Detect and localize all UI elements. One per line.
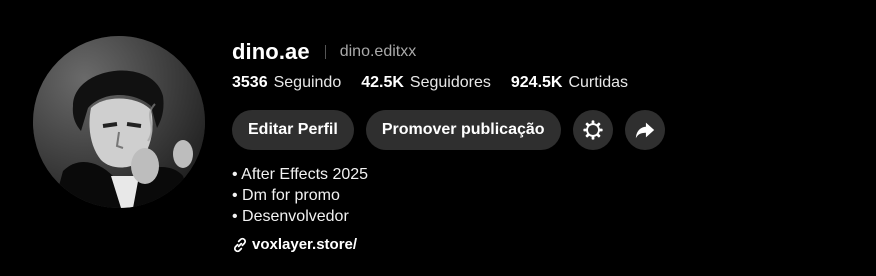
stat-likes-label: Curtidas [568, 74, 629, 91]
settings-button[interactable] [572, 110, 613, 150]
stat-following-count: 3536 [232, 74, 268, 91]
gear-icon [582, 120, 603, 140]
promote-post-button[interactable]: Promover publicação [365, 110, 561, 150]
link-icon [232, 237, 248, 253]
bio-line: • Desenvolvedor [232, 208, 349, 225]
profile-actions: Editar Perfil Promover publicação [232, 110, 852, 150]
share-button[interactable] [624, 110, 665, 150]
stat-likes: 924.5K Curtidas [511, 74, 628, 92]
avatar-photo [33, 36, 205, 208]
profile-link[interactable]: voxlayer.store/ [232, 236, 852, 253]
bio-line: • After Effects 2025 [232, 166, 369, 183]
profile-stats: 3536 Seguindo 42.5K Seguidores 924.5K Cu… [232, 71, 852, 95]
username: dino.editxx [339, 43, 417, 60]
link-text[interactable]: voxlayer.store/ [252, 236, 357, 253]
stat-followers-count: 42.5K [361, 74, 404, 91]
share-arrow-icon [635, 122, 654, 139]
display-name: dino.ae [232, 39, 310, 64]
profile-bio: • After Effects 2025 • Dm for promo • De… [232, 164, 852, 227]
stat-following[interactable]: 3536 Seguindo [232, 74, 341, 92]
stat-likes-count: 924.5K [510, 74, 563, 91]
avatar[interactable] [33, 36, 205, 208]
stat-following-label: Seguindo [273, 74, 342, 91]
profile-header: dino.ae dino.editxx 3536 Seguindo 42.5K … [0, 0, 876, 276]
name-separator [324, 45, 326, 59]
name-row: dino.ae dino.editxx [232, 38, 852, 66]
profile-info: dino.ae dino.editxx 3536 Seguindo 42.5K … [232, 38, 852, 253]
bio-line: • Dm for promo [232, 187, 340, 204]
stat-followers[interactable]: 42.5K Seguidores [361, 74, 491, 92]
stat-followers-label: Seguidores [409, 74, 491, 91]
edit-profile-button[interactable]: Editar Perfil [232, 110, 354, 150]
